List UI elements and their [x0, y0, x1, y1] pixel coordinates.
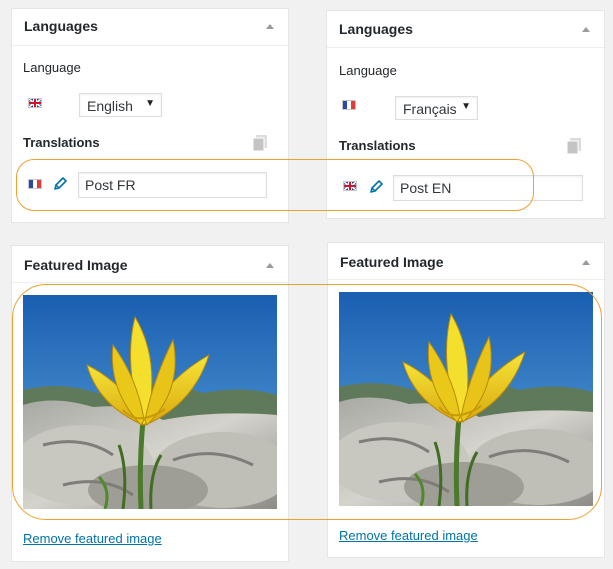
featured-image-box-left: Featured Image Remove featured image	[11, 245, 289, 562]
pencil-icon[interactable]	[369, 180, 383, 194]
remove-featured-image-link[interactable]: Remove featured image	[23, 531, 162, 546]
languages-box-title: Languages	[339, 21, 413, 37]
featured-image[interactable]	[339, 292, 593, 506]
featured-image-box-right: Featured Image Remove featured image	[327, 242, 605, 558]
gb-flag-icon	[343, 181, 357, 191]
featured-image-box-header[interactable]: Featured Image	[12, 246, 288, 283]
language-select[interactable]: English ▼	[79, 93, 162, 117]
triangle-up-icon[interactable]	[266, 263, 274, 268]
translation-input[interactable]: Post FR	[78, 172, 267, 198]
pencil-icon[interactable]	[53, 177, 67, 191]
language-label: Language	[339, 63, 397, 78]
translation-input-value: Post EN	[400, 180, 452, 196]
language-select-value: English	[87, 98, 133, 114]
languages-box-header[interactable]: Languages	[12, 9, 288, 46]
featured-image-box-title: Featured Image	[24, 257, 128, 273]
language-select-value: Français	[403, 101, 457, 117]
language-select[interactable]: Français ▼	[395, 96, 478, 120]
remove-featured-image-link[interactable]: Remove featured image	[339, 528, 478, 543]
translations-label: Translations	[23, 135, 100, 150]
featured-image-box-title: Featured Image	[340, 254, 444, 270]
languages-box-left: Languages Language English ▼ Translation…	[11, 8, 289, 223]
triangle-up-icon[interactable]	[266, 24, 274, 29]
select-arrow-icon: ▼	[461, 101, 471, 112]
select-arrow-icon: ▼	[145, 98, 155, 109]
languages-box-title: Languages	[24, 18, 98, 34]
copy-icon[interactable]	[253, 135, 267, 151]
translation-input-value: Post FR	[85, 177, 136, 193]
translation-input[interactable]: Post EN	[393, 175, 583, 201]
language-label: Language	[23, 60, 81, 75]
languages-box-right: Languages Language Français ▼ Translatio…	[326, 10, 605, 219]
gb-flag-icon	[28, 98, 42, 108]
featured-image[interactable]	[23, 295, 277, 509]
fr-flag-icon	[342, 100, 356, 110]
languages-box-header[interactable]: Languages	[327, 11, 604, 48]
featured-image-box-header[interactable]: Featured Image	[328, 243, 604, 280]
triangle-up-icon[interactable]	[582, 260, 590, 265]
fr-flag-icon	[28, 179, 42, 189]
translations-label: Translations	[339, 138, 416, 153]
copy-icon[interactable]	[567, 138, 581, 154]
triangle-up-icon[interactable]	[582, 27, 590, 32]
